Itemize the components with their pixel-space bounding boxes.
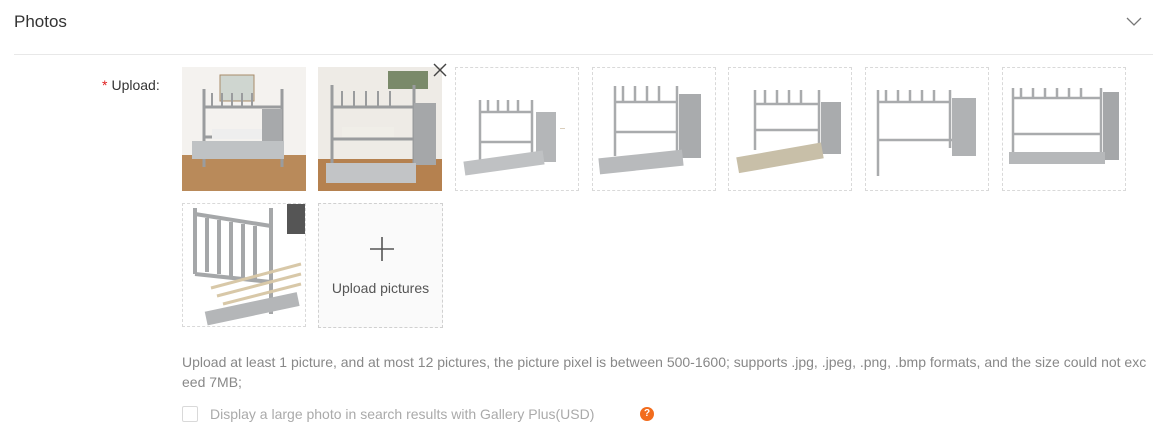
upload-hint: Upload at least 1 picture, and at most 1… [182, 354, 1147, 390]
svg-text:—: — [560, 126, 565, 132]
photo-thumbnail-6[interactable] [865, 67, 989, 191]
close-icon[interactable] [432, 62, 448, 78]
required-mark: * [102, 77, 108, 93]
photo-thumbnail-1[interactable] [182, 67, 306, 191]
photo-thumbnail-3[interactable]: — [455, 67, 579, 191]
section-divider [14, 54, 1153, 55]
upload-label-text: Upload: [111, 77, 160, 93]
gallery-plus-checkbox[interactable] [182, 406, 198, 422]
upload-label: * Upload: [102, 77, 160, 93]
chevron-down-icon[interactable] [1126, 17, 1142, 27]
photo-thumbnail-7[interactable] [1002, 67, 1126, 191]
gallery-plus-label[interactable]: Display a large photo in search results … [210, 406, 594, 422]
photo-thumbnail-4[interactable] [592, 67, 716, 191]
photos-section-header[interactable]: Photos [0, 0, 1163, 54]
upload-pictures-button[interactable]: Upload pictures [318, 203, 443, 328]
question-icon[interactable]: ? [640, 407, 654, 421]
photo-thumbnail-5[interactable] [728, 67, 852, 191]
photo-thumbnail-2[interactable] [318, 67, 442, 191]
photo-thumbnail-8[interactable] [182, 203, 306, 327]
section-title: Photos [14, 12, 67, 31]
plus-icon [370, 237, 394, 261]
upload-pictures-label: Upload pictures [331, 280, 430, 296]
